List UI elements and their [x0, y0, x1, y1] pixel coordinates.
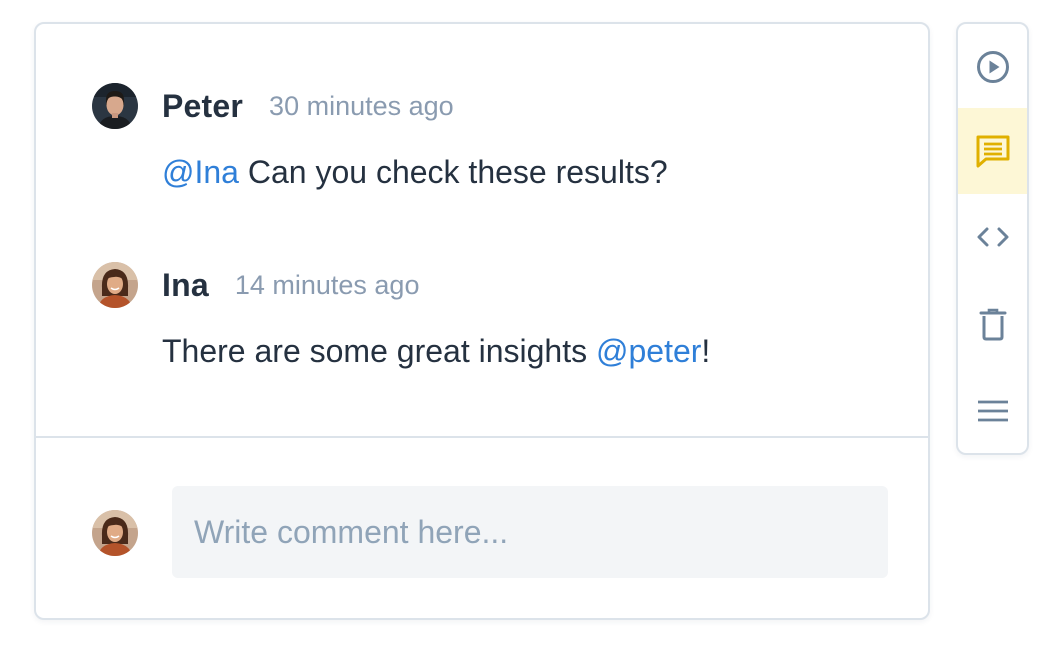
- play-circle-icon: [976, 51, 1009, 83]
- menu-button[interactable]: [958, 368, 1027, 453]
- delete-button[interactable]: [958, 281, 1027, 367]
- comment-icon: [976, 135, 1009, 168]
- play-button[interactable]: [958, 24, 1027, 110]
- side-toolbar: [956, 22, 1029, 455]
- comment-timestamp: 14 minutes ago: [234, 269, 420, 300]
- comments-widget: Peter 30 minutes ago @Ina Can you check …: [0, 0, 1062, 667]
- trash-icon: [979, 308, 1006, 341]
- code-icon: [977, 227, 1008, 247]
- comment-item: Peter 30 minutes ago @Ina Can you check …: [92, 82, 888, 192]
- comment-text: There are some great insights @peter!: [162, 331, 888, 371]
- comment-text-suffix: !: [701, 333, 711, 369]
- comment-text-body: Can you check these results?: [238, 154, 668, 190]
- avatar-current-user: [92, 510, 138, 556]
- comment-text-body: There are some great insights: [162, 333, 596, 369]
- comment-panel: Peter 30 minutes ago @Ina Can you check …: [34, 22, 930, 620]
- comment-item: Ina 14 minutes ago There are some great …: [92, 261, 888, 371]
- comment-timestamp: 30 minutes ago: [269, 90, 454, 121]
- mention-link[interactable]: @peter: [596, 333, 701, 369]
- code-button[interactable]: [958, 194, 1027, 280]
- avatar-peter[interactable]: [92, 83, 138, 129]
- menu-icon: [977, 400, 1008, 422]
- comment-author: Ina: [162, 266, 209, 303]
- comment-header: Peter 30 minutes ago: [92, 82, 888, 130]
- comment-button[interactable]: [958, 108, 1027, 194]
- avatar-ina[interactable]: [92, 262, 138, 308]
- comment-text: @Ina Can you check these results?: [162, 152, 888, 192]
- comment-author: Peter: [162, 87, 244, 124]
- comment-input[interactable]: [172, 486, 888, 578]
- comment-thread: Peter 30 minutes ago @Ina Can you check …: [36, 24, 928, 438]
- comment-header: Ina 14 minutes ago: [92, 261, 888, 309]
- mention-link[interactable]: @Ina: [162, 154, 239, 190]
- comment-composer: [36, 438, 928, 618]
